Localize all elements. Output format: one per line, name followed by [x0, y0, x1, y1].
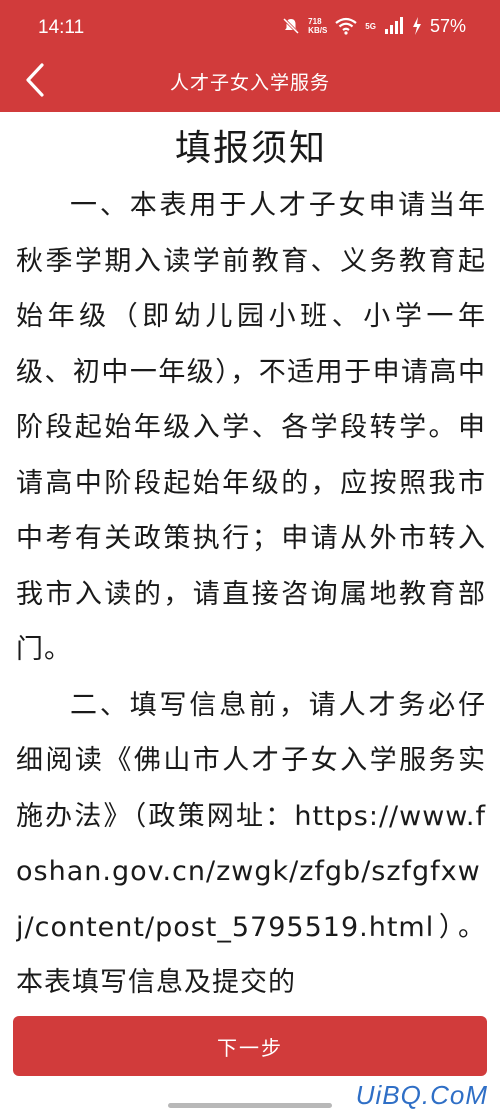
page-title: 人才子女入学服务	[169, 72, 330, 94]
notice-content[interactable]: 填报须知 一、本表用于人才子女申请当年秋季学期入读学前教育、义务教育起始年级（即…	[16, 124, 486, 994]
home-indicator[interactable]	[168, 1103, 332, 1108]
battery-level: 57%	[429, 15, 466, 36]
mute-icon	[282, 17, 300, 35]
notice-title: 填报须知	[174, 128, 327, 169]
notice-paragraph-1: 一、本表用于人才子女申请当年秋季学期入读学前教育、义务教育起始年级（即幼儿园小班…	[16, 190, 486, 665]
status-icons: 718 KB/S 5G 57%	[282, 14, 466, 38]
network-type: 5G	[365, 21, 376, 31]
next-step-button[interactable]: 下一步	[13, 1016, 487, 1076]
wifi-icon	[335, 17, 357, 35]
status-time: 14:11	[38, 17, 85, 38]
app-header: 14:11 718 KB/S 5G 57% 人才子女入学服务	[0, 0, 500, 112]
net-speed-unit: KB/S	[308, 26, 328, 35]
net-speed-value: 718	[308, 17, 322, 26]
status-bar: 14:11 718 KB/S 5G 57%	[0, 0, 500, 52]
signal-icon	[384, 17, 404, 35]
notice-paragraph-2: 二、填写信息前，请人才务必仔细阅读《佛山市人才子女入学服务实施办法》（政策网址：…	[16, 689, 486, 995]
net-speed: 718 KB/S	[308, 17, 327, 35]
nav-bar: 人才子女入学服务	[0, 52, 500, 112]
charging-icon	[412, 17, 422, 35]
watermark: UiBQ.CoM	[355, 1080, 488, 1110]
